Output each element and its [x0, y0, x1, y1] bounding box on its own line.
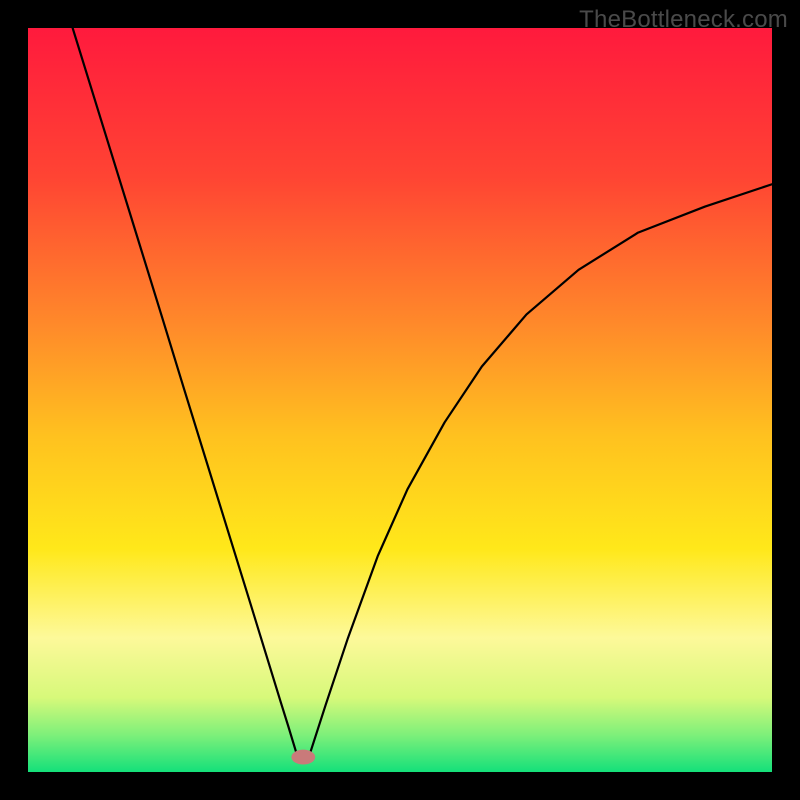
- watermark-text: TheBottleneck.com: [579, 6, 788, 34]
- chart-plot-area: [28, 28, 772, 772]
- chart-frame: TheBottleneck.com: [0, 0, 800, 800]
- chart-svg: [28, 28, 772, 772]
- minimum-point: [291, 750, 315, 765]
- chart-background: [28, 28, 772, 772]
